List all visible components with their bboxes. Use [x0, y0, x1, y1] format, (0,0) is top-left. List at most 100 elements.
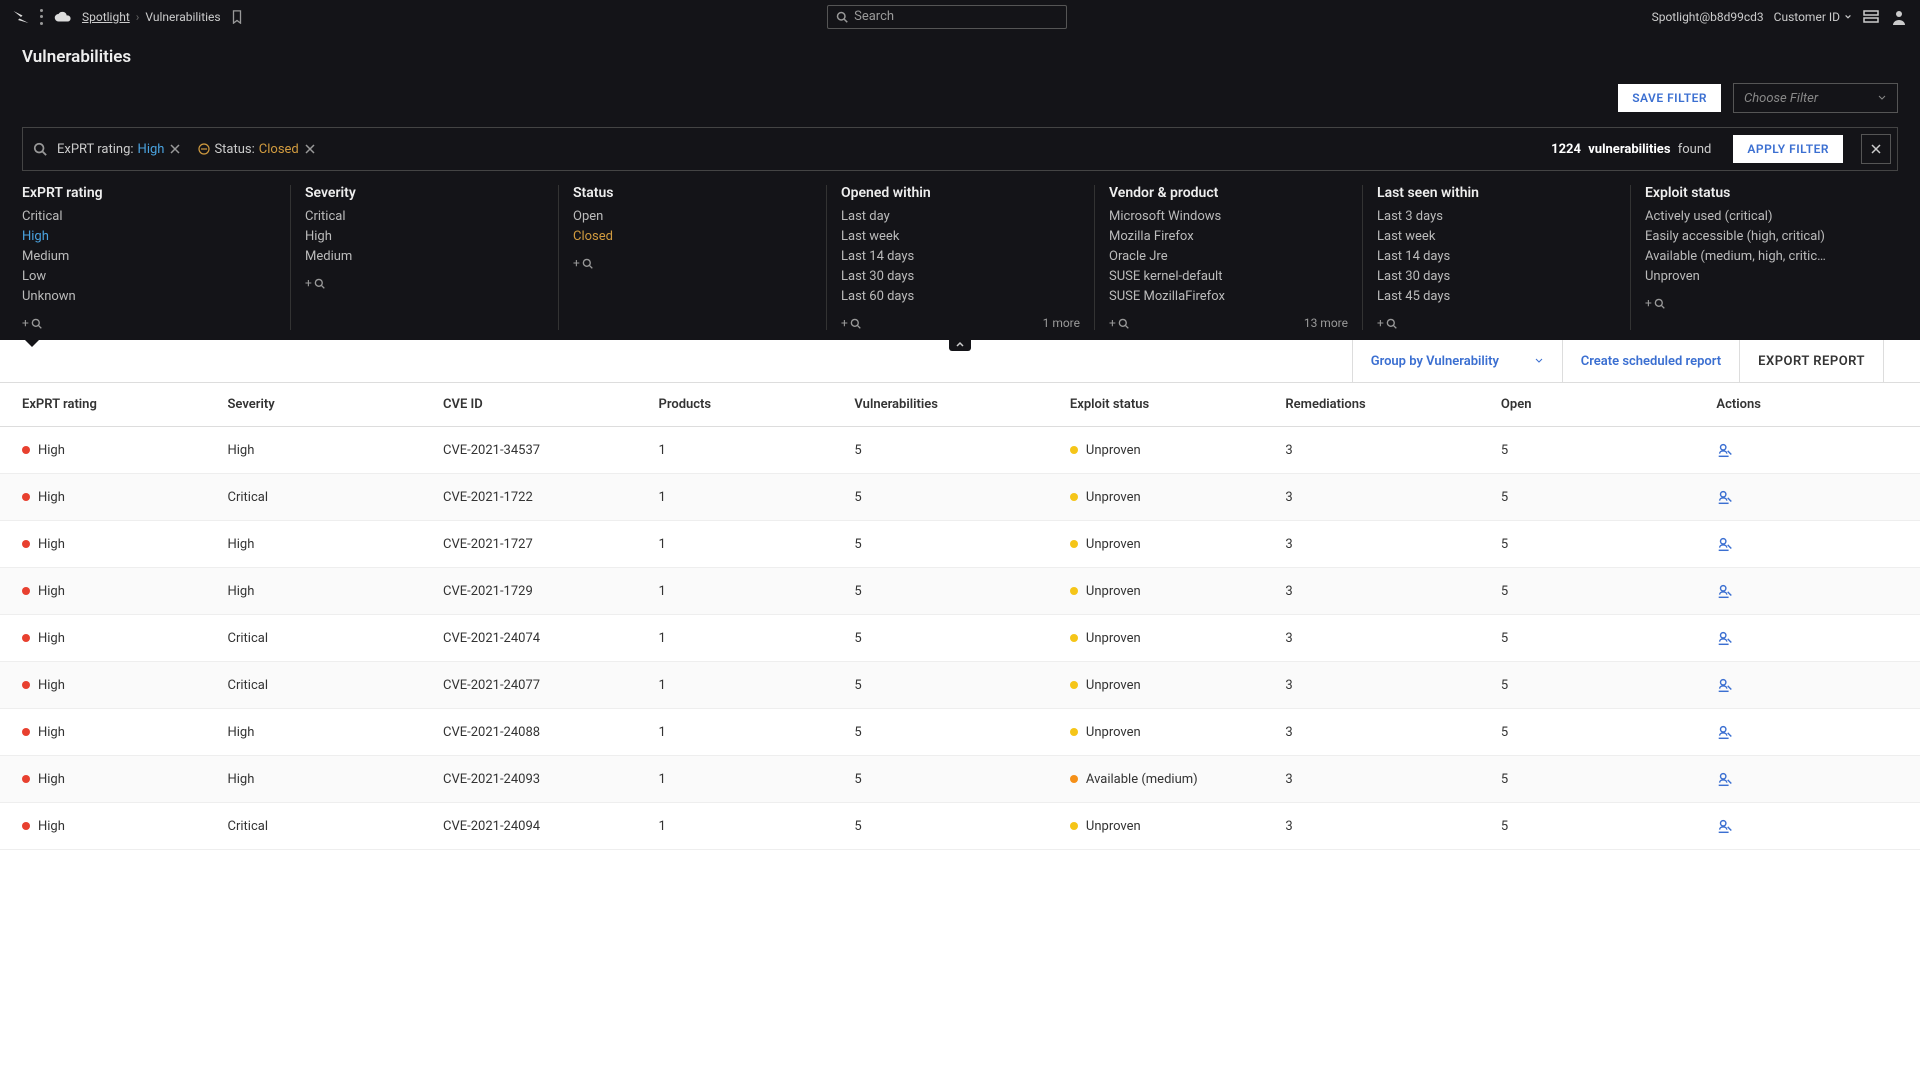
facet-add-search[interactable]: + — [305, 276, 325, 290]
export-report-button[interactable]: EXPORT REPORT — [1739, 340, 1883, 382]
choose-filter-dropdown[interactable]: Choose Filter — [1733, 83, 1898, 113]
table-row[interactable]: HighHighCVE-2021-172915Unproven35 — [0, 568, 1920, 615]
facet-list: Microsoft Windows Mozilla Firefox Oracle J… — [1109, 209, 1348, 304]
customer-id-dropdown[interactable]: Customer ID — [1774, 10, 1852, 24]
facet-add-search[interactable]: + — [1109, 316, 1129, 330]
table-header[interactable]: Vulnerabilities — [842, 383, 1058, 427]
chip-remove-icon[interactable] — [305, 144, 315, 154]
filter-input[interactable]: ExPRT rating:HighStatus:Closed 1224 vuln… — [22, 127, 1898, 171]
table-header[interactable]: Open — [1489, 383, 1705, 427]
user-icon[interactable] — [1890, 8, 1908, 26]
host-search-icon[interactable] — [1716, 629, 1734, 647]
facet-add-search[interactable]: + — [22, 316, 42, 330]
table-row[interactable]: HighHighCVE-2021-172715Unproven35 — [0, 521, 1920, 568]
host-search-icon[interactable] — [1716, 488, 1734, 506]
facet-item[interactable]: Microsoft Windows — [1109, 209, 1348, 224]
facet-item[interactable]: Oracle Jre — [1109, 249, 1348, 264]
facet-item[interactable]: Unproven — [1645, 269, 1884, 284]
table-header[interactable]: ExPRT rating — [0, 383, 216, 427]
facet-item[interactable]: Last 30 days — [841, 269, 1080, 284]
facet-add-search[interactable]: + — [1377, 316, 1397, 330]
facet-item[interactable]: Last 14 days — [1377, 249, 1616, 264]
facet-more-link[interactable]: 1 more — [1043, 316, 1080, 330]
facet-item[interactable]: Last week — [1377, 229, 1616, 244]
facet-item[interactable]: Medium — [305, 249, 544, 264]
table-header[interactable]: CVE ID — [431, 383, 647, 427]
cell-exploit: Unproven — [1058, 427, 1274, 474]
table-row[interactable]: HighHighCVE-2021-2409315Available (mediu… — [0, 756, 1920, 803]
menu-dots-icon[interactable] — [40, 9, 44, 25]
save-filter-button[interactable]: SAVE FILTER — [1618, 84, 1721, 112]
global-search[interactable]: Search — [827, 5, 1067, 29]
table-row[interactable]: HighHighCVE-2021-2408815Unproven35 — [0, 709, 1920, 756]
facet-item[interactable]: SUSE kernel-default — [1109, 269, 1348, 284]
chip-remove-icon[interactable] — [170, 144, 180, 154]
falcon-logo-icon[interactable] — [12, 8, 30, 26]
facet-item[interactable]: Unknown — [22, 289, 276, 304]
facet-item[interactable]: Critical — [305, 209, 544, 224]
column-settings-button[interactable] — [1883, 340, 1920, 382]
group-by-dropdown[interactable]: Group by Vulnerability — [1352, 340, 1562, 382]
table-row[interactable]: HighCriticalCVE-2021-172215Unproven35 — [0, 474, 1920, 521]
apply-filter-button[interactable]: APPLY FILTER — [1733, 135, 1843, 163]
facet-item[interactable]: Low — [22, 269, 276, 284]
facet-item[interactable]: Last 60 days — [841, 289, 1080, 304]
servers-icon[interactable] — [1862, 8, 1880, 26]
cell-severity: High — [216, 521, 432, 568]
table-row[interactable]: HighCriticalCVE-2021-2407715Unproven35 — [0, 662, 1920, 709]
host-search-icon[interactable] — [1716, 441, 1734, 459]
collapse-facets-button[interactable] — [949, 337, 971, 351]
facet-foot: + — [22, 316, 276, 330]
severity-dot-icon — [22, 681, 30, 689]
facet-more-link[interactable]: 13 more — [1304, 316, 1348, 330]
table-header[interactable]: Products — [647, 383, 843, 427]
clear-filter-button[interactable] — [1861, 134, 1891, 164]
facet-add-search[interactable]: + — [1645, 296, 1665, 310]
host-search-icon[interactable] — [1716, 770, 1734, 788]
facet-add-search[interactable]: + — [841, 316, 861, 330]
table-header[interactable]: Remediations — [1273, 383, 1489, 427]
facet-item[interactable]: High — [22, 229, 276, 244]
host-search-icon[interactable] — [1716, 723, 1734, 741]
facet-item[interactable]: High — [305, 229, 544, 244]
facet-item[interactable]: Last week — [841, 229, 1080, 244]
facet-item[interactable]: SUSE MozillaFirefox — [1109, 289, 1348, 304]
table-header[interactable]: Severity — [216, 383, 432, 427]
table-row[interactable]: HighHighCVE-2021-3453715Unproven35 — [0, 427, 1920, 474]
create-scheduled-report-link[interactable]: Create scheduled report — [1562, 340, 1739, 382]
facet-item[interactable]: Actively used (critical) — [1645, 209, 1884, 224]
cell-products: 1 — [647, 521, 843, 568]
bookmark-icon[interactable] — [231, 10, 243, 24]
host-search-icon[interactable] — [1716, 582, 1734, 600]
facet-title: Opened within — [841, 185, 1080, 201]
facet-item[interactable]: Last 30 days — [1377, 269, 1616, 284]
facet-item[interactable]: Closed — [573, 229, 812, 244]
facet-add-search[interactable]: + — [573, 256, 593, 270]
facet-item[interactable]: Available (medium, high, critic… — [1645, 249, 1884, 264]
host-search-icon[interactable] — [1716, 676, 1734, 694]
cloud-icon[interactable] — [54, 10, 72, 24]
cell-exprt: High — [0, 568, 216, 615]
facet-item[interactable]: Mozilla Firefox — [1109, 229, 1348, 244]
facet-item[interactable]: Easily accessible (high, critical) — [1645, 229, 1884, 244]
table-row[interactable]: HighCriticalCVE-2021-2409415Unproven35 — [0, 803, 1920, 850]
facet-item[interactable]: Open — [573, 209, 812, 224]
table-header[interactable]: Exploit status — [1058, 383, 1274, 427]
filter-chips: ExPRT rating:HighStatus:Closed — [57, 142, 315, 157]
facet-item[interactable]: Last 45 days — [1377, 289, 1616, 304]
facet-item[interactable]: Last 14 days — [841, 249, 1080, 264]
table-row[interactable]: HighCriticalCVE-2021-2407415Unproven35 — [0, 615, 1920, 662]
facet-item[interactable]: Critical — [22, 209, 276, 224]
table-header[interactable]: Actions — [1704, 383, 1920, 427]
topbar-left: Spotlight › Vulnerabilities — [12, 8, 243, 26]
host-search-icon[interactable] — [1716, 817, 1734, 835]
cell-cve: CVE-2021-34537 — [431, 427, 647, 474]
facet-item[interactable]: Last 3 days — [1377, 209, 1616, 224]
facet-item[interactable]: Medium — [22, 249, 276, 264]
host-search-icon[interactable] — [1716, 535, 1734, 553]
severity-dot-icon — [22, 822, 30, 830]
breadcrumb-app[interactable]: Spotlight — [82, 10, 130, 24]
choose-filter-label: Choose Filter — [1744, 91, 1818, 106]
search-icon — [33, 142, 47, 156]
facet-item[interactable]: Last day — [841, 209, 1080, 224]
